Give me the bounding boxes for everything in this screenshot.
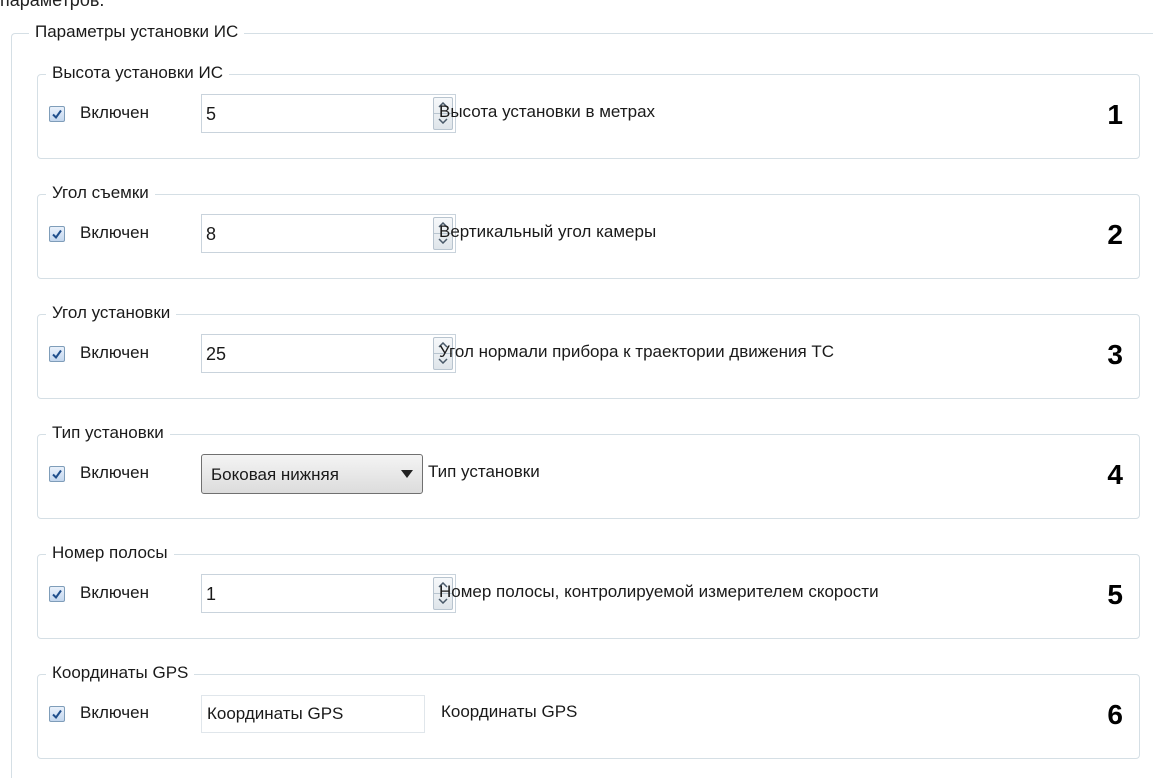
checkmark-icon bbox=[52, 229, 62, 240]
height-enabled-label: Включен bbox=[80, 103, 149, 122]
callout-number-5: 5 bbox=[1107, 579, 1123, 610]
install-type-dropdown[interactable]: Боковая нижняя bbox=[201, 454, 423, 494]
lane-number-spinbox[interactable]: 1 bbox=[201, 574, 456, 613]
callout-number-1: 1 bbox=[1107, 99, 1123, 130]
gps-value[interactable]: Координаты GPS bbox=[207, 704, 343, 724]
gps-group: Координаты GPS Включен Координаты GPS Ко… bbox=[37, 663, 1140, 759]
shooting-angle-enabled-label: Включен bbox=[80, 223, 149, 242]
install-angle-description: Угол нормали прибора к траектории движен… bbox=[439, 342, 835, 361]
install-angle-group-title: Угол установки bbox=[46, 303, 177, 323]
install-type-enabled-label: Включен bbox=[80, 463, 149, 482]
callout-number-6: 6 bbox=[1107, 699, 1123, 730]
install-angle-enabled-label: Включен bbox=[80, 343, 149, 362]
install-angle-spinbox[interactable]: 25 bbox=[201, 334, 456, 373]
height-value[interactable]: 5 bbox=[206, 104, 216, 125]
shooting-angle-enabled-checkbox[interactable] bbox=[49, 226, 65, 242]
callout-number-2: 2 bbox=[1107, 219, 1123, 250]
gps-enabled-checkbox[interactable] bbox=[49, 706, 65, 722]
height-group: Высота установки ИС Включен 5 Высота уст… bbox=[37, 63, 1140, 159]
gps-enabled-label: Включен bbox=[80, 703, 149, 722]
height-group-title: Высота установки ИС bbox=[46, 63, 229, 83]
checkmark-icon bbox=[52, 349, 62, 360]
shooting-angle-spinbox[interactable]: 8 bbox=[201, 214, 456, 253]
chevron-down-icon bbox=[401, 470, 413, 478]
shooting-angle-group-title: Угол съемки bbox=[46, 183, 155, 203]
shooting-angle-group: Угол съемки Включен 8 Вертикальный угол … bbox=[37, 183, 1140, 279]
lane-number-group: Номер полосы Включен 1 Номер полосы, кон… bbox=[37, 543, 1140, 639]
lane-number-enabled-checkbox[interactable] bbox=[49, 586, 65, 602]
gps-description: Координаты GPS bbox=[441, 702, 578, 721]
checkmark-icon bbox=[52, 589, 62, 600]
gps-group-title: Координаты GPS bbox=[46, 663, 195, 683]
checkmark-icon bbox=[52, 469, 62, 480]
install-angle-value[interactable]: 25 bbox=[206, 344, 226, 365]
caption-text: параметров. bbox=[0, 0, 105, 10]
install-params-title: Параметры установки ИС bbox=[29, 22, 245, 42]
lane-number-group-title: Номер полосы bbox=[46, 543, 174, 563]
callout-number-4: 4 bbox=[1107, 459, 1123, 490]
callout-number-3: 3 bbox=[1107, 339, 1123, 370]
height-description: Высота установки в метрах bbox=[439, 102, 656, 121]
height-enabled-checkbox[interactable] bbox=[49, 106, 65, 122]
install-type-selected: Боковая нижняя bbox=[211, 465, 339, 484]
install-angle-group: Угол установки Включен 25 Угол нормали п… bbox=[37, 303, 1140, 399]
install-angle-enabled-checkbox[interactable] bbox=[49, 346, 65, 362]
install-type-group: Тип установки Включен Боковая нижняя Тип… bbox=[37, 423, 1140, 519]
shooting-angle-value[interactable]: 8 bbox=[206, 224, 216, 245]
lane-number-description: Номер полосы, контролируемой измерителем… bbox=[439, 582, 879, 601]
install-type-group-title: Тип установки bbox=[46, 423, 170, 443]
shooting-angle-description: Вертикальный угол камеры bbox=[439, 222, 657, 241]
install-type-enabled-checkbox[interactable] bbox=[49, 466, 65, 482]
gps-input[interactable]: Координаты GPS bbox=[201, 695, 425, 733]
install-type-description: Тип установки bbox=[428, 462, 540, 481]
lane-number-enabled-label: Включен bbox=[80, 583, 149, 602]
lane-number-value[interactable]: 1 bbox=[206, 584, 216, 605]
height-spinbox[interactable]: 5 bbox=[201, 94, 456, 133]
checkmark-icon bbox=[52, 709, 62, 720]
checkmark-icon bbox=[52, 109, 62, 120]
